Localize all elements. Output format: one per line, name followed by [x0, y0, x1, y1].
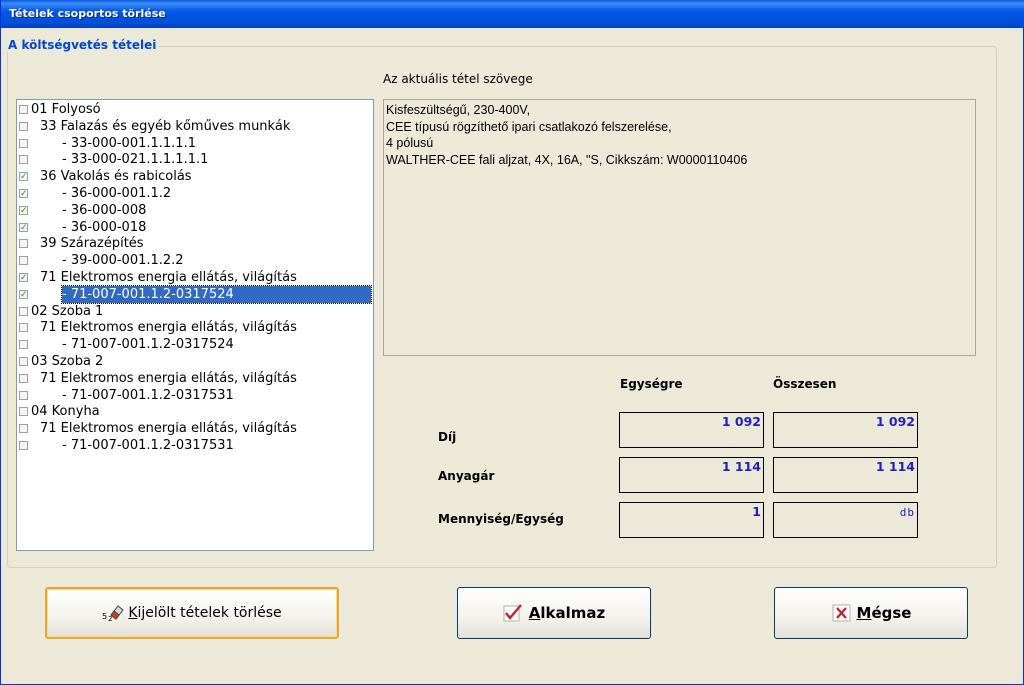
tree-item-label: 02 Szoba 1 — [31, 303, 104, 319]
tree-item-label: 03 Szoba 2 — [31, 354, 104, 369]
tree-item[interactable]: 71 Elektromos energia ellátás, világítás — [17, 269, 373, 286]
tree-item[interactable]: 39 Szárazépítés — [17, 235, 373, 252]
total-column-header: Összesen — [773, 377, 837, 391]
checkbox-checked[interactable] — [19, 289, 28, 299]
detail-line: WALTHER-CEE fali aljzat, 4X, 16A, "S, Ci… — [386, 152, 748, 167]
cancel-button-label: égse — [871, 604, 912, 622]
checkbox-unchecked[interactable] — [19, 373, 28, 383]
checkbox-checked[interactable] — [19, 222, 28, 232]
checkbox-unchecked[interactable] — [19, 138, 28, 148]
material-label: Anyagár — [438, 469, 495, 483]
tree-item-label: 39 Szárazépítés — [40, 236, 144, 252]
cancel-button-accesskey: M — [856, 604, 872, 622]
tree-item-label: 36 Vakolás és rabicolás — [40, 169, 192, 185]
cancel-button[interactable]: Mégse — [774, 587, 968, 639]
checkbox-checked[interactable] — [19, 189, 28, 198]
tree-item[interactable]: - 71-007-001.1.2-0317524 — [17, 284, 373, 304]
checkbox-unchecked[interactable] — [19, 306, 28, 316]
checkbox-unchecked[interactable] — [19, 239, 28, 249]
tree-item-label: - 36-000-001.1.2 — [62, 186, 172, 201]
quantity-unit-value: db — [773, 502, 918, 538]
tree-item-label: - 33-000-021.1.1.1.1.1 — [62, 152, 209, 168]
checkbox-unchecked[interactable] — [19, 390, 28, 400]
tree-item-label: - 71-007-001.1.2-0317531 — [62, 387, 234, 403]
tree-item-label: - 36-000-008 — [62, 202, 147, 218]
apply-button-accesskey: A — [528, 604, 541, 622]
tree-item[interactable]: 71 Elektromos energia ellátás, világítás — [17, 319, 373, 336]
tree-item[interactable]: 36 Vakolás és rabicolás — [17, 168, 373, 185]
unit-column-header: Egységre — [620, 377, 683, 391]
tree-item-label: 33 Falazás és egyéb kőműves munkák — [40, 118, 291, 134]
checkbox-unchecked[interactable] — [19, 357, 28, 366]
svg-text:5: 5 — [102, 612, 107, 621]
eraser-icon: 5 2 — [102, 604, 125, 623]
tree-item-label: 04 Konyha — [31, 404, 100, 420]
delete-button-label: ijelölt tételek törlése — [137, 605, 282, 621]
detail-line: CEE típusú rögzíthető ipari csatlakozó f… — [386, 119, 672, 134]
material-total-value: 1 114 — [773, 457, 918, 493]
tree-item[interactable]: 03 Szoba 2 — [17, 353, 373, 370]
apply-button-label: lkalmaz — [540, 604, 606, 622]
tree-item[interactable]: - 71-007-001.1.2-0317531 — [17, 437, 373, 454]
checkbox-checked[interactable] — [19, 172, 28, 182]
tree-item[interactable]: 04 Konyha — [17, 403, 373, 420]
title-bar[interactable]: Tételek csoportos törlése — [1, 0, 1024, 28]
tree-item-label: - 33-000-001.1.1.1.1 — [62, 135, 196, 151]
checkbox-unchecked[interactable] — [19, 256, 28, 266]
checkbox-unchecked[interactable] — [19, 121, 28, 131]
delete-button-accesskey: K — [128, 605, 138, 621]
checkbox-unchecked[interactable] — [19, 407, 28, 417]
tree-item-label: - 71-007-001.1.2-0317531 — [62, 438, 234, 453]
checkbox-unchecked[interactable] — [19, 424, 28, 434]
tree-item[interactable]: - 36-000-008 — [17, 202, 373, 219]
detail-heading: Az aktuális tétel szövege — [383, 72, 533, 86]
fee-unit-value: 1 092 — [619, 412, 764, 448]
tree-item-label: - 71-007-001.1.2-0317524 — [61, 284, 372, 304]
quantity-label: Mennyiség/Egység — [438, 512, 564, 526]
fee-label: Díj — [438, 430, 457, 444]
tree-item-label: 71 Elektromos energia ellátás, világítás — [40, 370, 297, 386]
apply-button[interactable]: Alkalmaz — [457, 587, 651, 639]
tree-item[interactable]: - 71-007-001.1.2-0317524 — [17, 336, 373, 353]
group-legend: A költségvetés tételei — [6, 38, 159, 52]
checkbox-unchecked[interactable] — [19, 441, 28, 450]
checkmark-icon — [503, 604, 525, 622]
tree-item[interactable]: 71 Elektromos energia ellátás, világítás — [17, 370, 373, 387]
dialog-window: Tételek csoportos törlése A költségvetés… — [0, 0, 1024, 685]
checkbox-unchecked[interactable] — [19, 323, 28, 333]
tree-item[interactable]: - 71-007-001.1.2-0317531 — [17, 387, 373, 404]
window-title: Tételek csoportos törlése — [9, 7, 166, 20]
detail-line: 4 pólusú — [386, 136, 434, 150]
tree-item[interactable]: 02 Szoba 1 — [17, 303, 373, 320]
tree-item[interactable]: - 33-000-001.1.1.1.1 — [17, 135, 373, 152]
tree-item-label: 01 Folyosó — [31, 102, 101, 117]
tree-item[interactable]: - 39-000-001.1.2.2 — [17, 252, 373, 269]
checkbox-unchecked[interactable] — [19, 340, 28, 350]
checkbox-unchecked[interactable] — [19, 155, 28, 165]
tree-item-label: - 36-000-018 — [62, 219, 147, 235]
tree-item-label: 71 Elektromos energia ellátás, világítás — [40, 320, 297, 336]
budget-items-tree[interactable]: 01 Folyosó 33 Falazás és egyéb kőműves mu… — [16, 99, 374, 551]
fee-total-value: 1 092 — [773, 412, 918, 448]
tree-item-label: 71 Elektromos energia ellátás, világítás — [40, 421, 297, 437]
tree-item[interactable]: 71 Elektromos energia ellátás, világítás — [17, 420, 373, 437]
checkbox-checked[interactable] — [19, 205, 28, 215]
tree-item-label: - 71-007-001.1.2-0317524 — [62, 337, 234, 353]
material-unit-value: 1 114 — [619, 457, 764, 493]
quantity-value: 1 — [619, 502, 764, 538]
tree-item[interactable]: - 36-000-018 — [17, 219, 373, 236]
delete-selected-button[interactable]: 5 2 Kijelölt tételek törlése — [45, 587, 339, 639]
tree-item-label: - 39-000-001.1.2.2 — [62, 253, 184, 269]
item-text-box[interactable]: Kisfeszültségű, 230-400V, CEE típusú rög… — [383, 99, 976, 356]
checkbox-unchecked[interactable] — [19, 105, 28, 114]
tree-item-label: 71 Elektromos energia ellátás, világítás — [40, 270, 297, 285]
detail-line: Kisfeszültségű, 230-400V, — [386, 103, 531, 117]
tree-item[interactable]: 01 Folyosó — [17, 101, 373, 118]
cross-icon — [831, 604, 853, 622]
tree-item[interactable]: - 33-000-021.1.1.1.1.1 — [17, 151, 373, 168]
tree-item[interactable]: 33 Falazás és egyéb kőműves munkák — [17, 118, 373, 135]
tree-item[interactable]: - 36-000-001.1.2 — [17, 185, 373, 202]
checkbox-checked[interactable] — [19, 273, 28, 282]
